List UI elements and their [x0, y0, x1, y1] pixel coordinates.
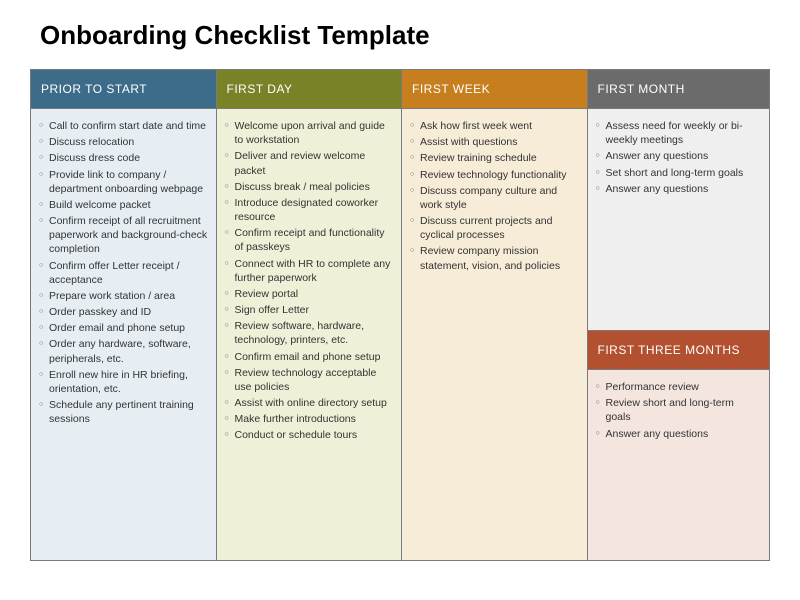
section-first-three-months: FIRST THREE MONTHS Performance review Rev… [588, 330, 770, 560]
list-item: Review training schedule [408, 151, 579, 165]
list-item: Review technology functionality [408, 168, 579, 182]
list-item: Discuss dress code [37, 151, 208, 165]
list-item: Discuss company culture and work style [408, 184, 579, 212]
list-item: Schedule any pertinent training sessions [37, 398, 208, 426]
header-first-week: FIRST WEEK [402, 70, 587, 109]
checklist-grid: PRIOR TO START Call to confirm start dat… [30, 69, 770, 561]
items-first-three-months: Performance review Review short and long-… [594, 380, 762, 441]
body-prior-to-start: Call to confirm start date and time Discu… [31, 109, 216, 560]
column-first-day: FIRST DAY Welcome upon arrival and guide… [217, 70, 403, 560]
list-item: Performance review [594, 380, 762, 394]
body-first-week: Ask how first week went Assist with quest… [402, 109, 587, 560]
items-prior-to-start: Call to confirm start date and time Discu… [37, 119, 208, 426]
header-first-three-months: FIRST THREE MONTHS [588, 331, 770, 370]
list-item: Prepare work station / area [37, 289, 208, 303]
list-item: Assess need for weekly or bi-weekly meet… [594, 119, 762, 147]
list-item: Call to confirm start date and time [37, 119, 208, 133]
list-item: Answer any questions [594, 182, 762, 196]
list-item: Confirm receipt of all recruitment paper… [37, 214, 208, 257]
list-item: Review portal [223, 287, 394, 301]
list-item: Assist with questions [408, 135, 579, 149]
list-item: Review company mission statement, vision… [408, 244, 579, 272]
header-first-month: FIRST MONTH [588, 70, 770, 109]
list-item: Review technology acceptable use policie… [223, 366, 394, 394]
list-item: Assist with online directory setup [223, 396, 394, 410]
column-prior-to-start: PRIOR TO START Call to confirm start dat… [31, 70, 217, 560]
list-item: Enroll new hire in HR briefing, orientat… [37, 368, 208, 396]
page-title: Onboarding Checklist Template [40, 20, 770, 51]
list-item: Sign offer Letter [223, 303, 394, 317]
body-first-three-months: Performance review Review short and long-… [588, 370, 770, 560]
list-item: Order email and phone setup [37, 321, 208, 335]
list-item: Confirm offer Letter receipt / acceptanc… [37, 259, 208, 287]
list-item: Set short and long-term goals [594, 166, 762, 180]
list-item: Discuss current projects and cyclical pr… [408, 214, 579, 242]
column-first-week: FIRST WEEK Ask how first week went Assist… [402, 70, 588, 560]
list-item: Answer any questions [594, 427, 762, 441]
header-prior-to-start: PRIOR TO START [31, 70, 216, 109]
list-item: Answer any questions [594, 149, 762, 163]
list-item: Provide link to company / department onb… [37, 168, 208, 196]
list-item: Discuss break / meal policies [223, 180, 394, 194]
header-first-day: FIRST DAY [217, 70, 402, 109]
list-item: Discuss relocation [37, 135, 208, 149]
items-first-month: Assess need for weekly or bi-weekly meet… [594, 119, 762, 196]
body-first-month: Assess need for weekly or bi-weekly meet… [588, 109, 770, 330]
list-item: Build welcome packet [37, 198, 208, 212]
list-item: Make further introductions [223, 412, 394, 426]
list-item: Connect with HR to complete any further … [223, 257, 394, 285]
list-item: Review software, hardware, technology, p… [223, 319, 394, 347]
items-first-day: Welcome upon arrival and guide to workst… [223, 119, 394, 443]
list-item: Order passkey and ID [37, 305, 208, 319]
items-first-week: Ask how first week went Assist with quest… [408, 119, 579, 273]
list-item: Review short and long-term goals [594, 396, 762, 424]
list-item: Confirm receipt and functionality of pas… [223, 226, 394, 254]
list-item: Confirm email and phone setup [223, 350, 394, 364]
column-right: FIRST MONTH Assess need for weekly or bi… [588, 70, 770, 560]
list-item: Order any hardware, software, peripheral… [37, 337, 208, 365]
list-item: Deliver and review welcome packet [223, 149, 394, 177]
section-first-month: FIRST MONTH Assess need for weekly or bi… [588, 70, 770, 330]
list-item: Introduce designated coworker resource [223, 196, 394, 224]
list-item: Welcome upon arrival and guide to workst… [223, 119, 394, 147]
body-first-day: Welcome upon arrival and guide to workst… [217, 109, 402, 560]
list-item: Conduct or schedule tours [223, 428, 394, 442]
list-item: Ask how first week went [408, 119, 579, 133]
